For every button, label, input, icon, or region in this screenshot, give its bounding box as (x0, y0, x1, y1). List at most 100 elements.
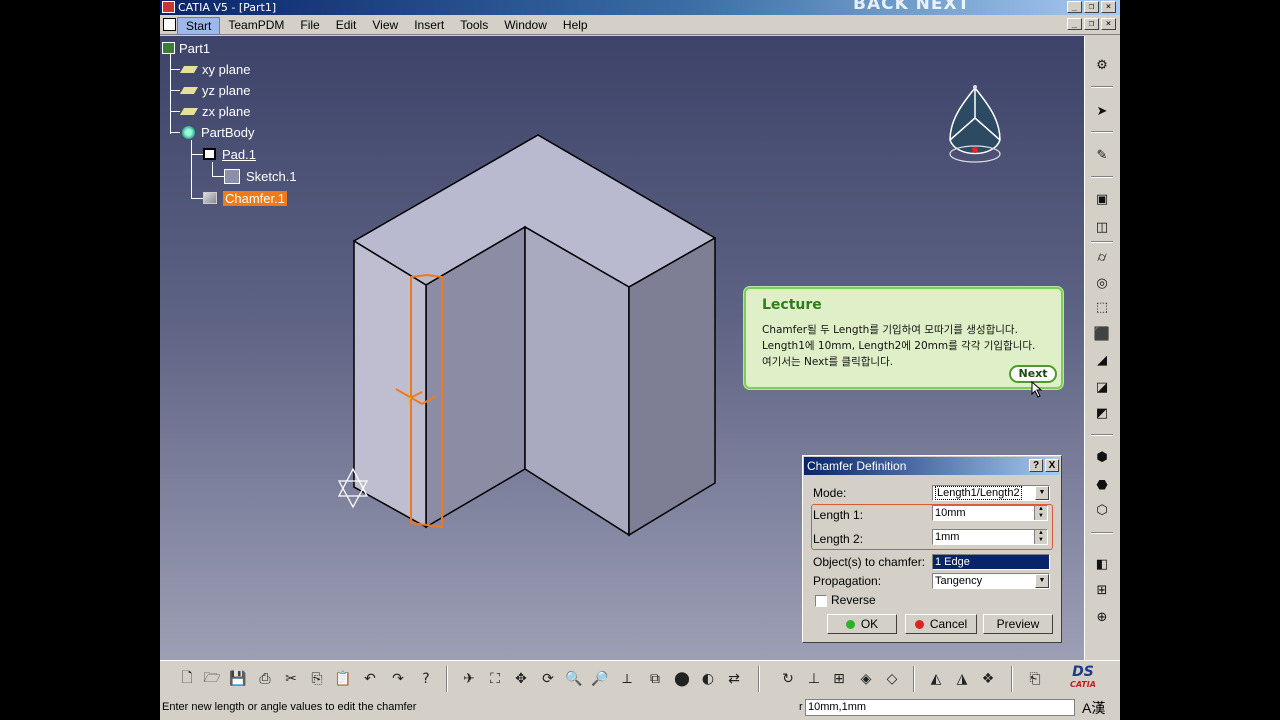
transform-tool-icon[interactable]: ⬢ (1091, 446, 1113, 468)
pan-icon[interactable]: ✥ (510, 668, 532, 690)
gear-icon[interactable]: ⚙ (1091, 54, 1113, 76)
ime-indicator[interactable]: A漢 (1082, 698, 1105, 718)
compass-icon[interactable] (942, 82, 1012, 172)
length2-label: Length 2: (813, 532, 864, 546)
objects-field[interactable]: 1 Edge (932, 554, 1050, 570)
length2-input[interactable]: 1mm ▲ ▼ (932, 529, 1048, 545)
doc-restore-button[interactable]: ❐ (1084, 18, 1099, 30)
menu-help[interactable]: Help (555, 17, 596, 35)
propagation-select[interactable]: Tangency ▼ (932, 573, 1050, 589)
front-right-face[interactable] (628, 236, 716, 537)
menu-insert[interactable]: Insert (406, 17, 452, 35)
assemble-tool-icon[interactable]: ⊞ (1091, 579, 1113, 601)
menu-edit[interactable]: Edit (328, 17, 365, 35)
length1-spinner-icon[interactable]: ▲ ▼ (1034, 506, 1047, 520)
dialog-help-button[interactable]: ? (1029, 459, 1043, 472)
doc-minimize-button[interactable]: _ (1067, 18, 1082, 30)
document-icon[interactable] (163, 18, 176, 31)
boolean-tool-icon[interactable]: ◧ (1091, 553, 1113, 575)
normal-view-icon[interactable]: ⟂ (616, 668, 638, 690)
doc-close-button[interactable]: × (1101, 18, 1116, 30)
measure-icon[interactable]: ⊞ (828, 668, 850, 690)
redo-icon[interactable]: ↷ (387, 668, 409, 690)
close-button[interactable]: × (1101, 1, 1116, 13)
cancel-icon (914, 620, 924, 629)
dialog-close-button[interactable]: X (1045, 459, 1059, 472)
3d-viewport[interactable]: 7 Part1 xy plane yz plane zx plane PartB… (160, 36, 1084, 660)
tree-node-xy-plane[interactable]: xy plane (179, 60, 250, 78)
catalog-icon[interactable]: ❖ (977, 668, 999, 690)
save-icon[interactable]: 💾 (227, 668, 249, 690)
toolbar-separator (913, 666, 915, 692)
whats-this-icon[interactable]: ? (415, 668, 437, 690)
swap-space-icon[interactable]: ⇄ (723, 668, 745, 690)
chamfer-definition-dialog: Chamfer Definition ? X Mode: Length1/Len… (802, 455, 1062, 643)
tree-node-chamfer[interactable]: Chamfer.1 (203, 189, 287, 207)
power-input-field[interactable]: 10mm,1mm (805, 699, 1075, 716)
restore-button[interactable]: ❐ (1084, 1, 1099, 13)
sketcher-icon[interactable]: ✎ (1091, 144, 1113, 166)
axis-icon[interactable]: ⊥ (803, 668, 825, 690)
chevron-down-icon[interactable]: ▼ (1035, 486, 1049, 500)
knowledge-icon[interactable]: ⎗ (1024, 668, 1046, 690)
reference-element-icon[interactable]: ⊕ (1091, 606, 1113, 628)
menu-window[interactable]: Window (496, 17, 555, 35)
menu-view[interactable]: View (364, 17, 406, 35)
propagation-value: Tangency (935, 575, 983, 587)
zoom-out-icon[interactable]: 🔎 (589, 668, 611, 690)
slot-tool-icon[interactable]: ⬛ (1091, 323, 1113, 345)
cut-icon[interactable]: ✂ (280, 668, 302, 690)
zoom-in-icon[interactable]: 🔍 (563, 668, 585, 690)
paste-icon[interactable]: 📋 (332, 668, 354, 690)
copy-icon[interactable]: ⎘ (306, 668, 328, 690)
menu-teampdm[interactable]: TeamPDM (220, 17, 292, 35)
fit-all-icon[interactable]: ⛶ (484, 668, 506, 690)
hole-tool-icon[interactable]: ◎ (1091, 272, 1113, 294)
render-icon[interactable]: ◭ (925, 668, 947, 690)
undo-icon[interactable]: ↶ (359, 668, 381, 690)
toolbar-separator (758, 666, 760, 692)
mode-select[interactable]: Length1/Length2 ▼ (932, 485, 1050, 501)
chevron-down-icon[interactable]: ▼ (1035, 574, 1049, 588)
ok-button[interactable]: OK (827, 614, 897, 634)
hide-show-icon[interactable]: ◐ (697, 668, 719, 690)
tree-node-yz-plane[interactable]: yz plane (179, 81, 250, 99)
menu-tools[interactable]: Tools (452, 17, 496, 35)
cancel-button[interactable]: Cancel (905, 614, 977, 634)
menu-start[interactable]: Start (177, 17, 221, 35)
minimize-button[interactable]: _ (1067, 1, 1082, 13)
length1-input[interactable]: 10mm ▲ ▼ (932, 505, 1048, 521)
tree-node-pad[interactable]: Pad.1 (203, 145, 256, 163)
tree-node-sketch[interactable]: Sketch.1 (224, 167, 297, 185)
thick-surface-icon[interactable]: ⬡ (1091, 499, 1113, 521)
tree-node-partbody[interactable]: PartBody (182, 123, 254, 141)
pocket-tool-icon[interactable]: ◫ (1091, 216, 1113, 238)
preview-button[interactable]: Preview (983, 614, 1053, 634)
rotate-icon[interactable]: ⟳ (537, 668, 559, 690)
apply-material-icon[interactable]: ◈ (855, 668, 877, 690)
fillet-tool-icon[interactable]: ◢ (1091, 349, 1113, 371)
fly-icon[interactable]: ✈ (458, 668, 480, 690)
reverse-checkbox[interactable] (815, 595, 827, 607)
tree-node-zx-plane[interactable]: zx plane (179, 102, 250, 120)
split-tool-icon[interactable]: ⬣ (1091, 474, 1113, 496)
length2-spinner-icon[interactable]: ▲ ▼ (1034, 530, 1047, 544)
chamfer-tool-icon[interactable]: ◪ (1091, 376, 1113, 398)
analysis-icon[interactable]: ◮ (951, 668, 973, 690)
chamfer-icon (203, 192, 217, 204)
select-arrow-icon[interactable]: ➤ (1091, 100, 1113, 122)
shaft-tool-icon[interactable]: ⌭ (1091, 246, 1113, 268)
cut-section-icon[interactable]: ◇ (881, 668, 903, 690)
new-icon[interactable]: 🗋 (176, 668, 198, 690)
rib-tool-icon[interactable]: ⬚ (1091, 296, 1113, 318)
menu-file[interactable]: File (292, 17, 327, 35)
pad-tool-icon[interactable]: ▣ (1091, 188, 1113, 210)
open-icon[interactable]: 🗁 (201, 668, 223, 690)
back-next-overlay[interactable]: BACK NEXT (853, 0, 970, 13)
print-icon[interactable]: ⎙ (254, 668, 276, 690)
view-mode-icon[interactable]: ⬤ (671, 668, 693, 690)
tree-node-part1[interactable]: Part1 (162, 39, 210, 57)
draft-tool-icon[interactable]: ◩ (1091, 402, 1113, 424)
update-icon[interactable]: ↻ (777, 668, 799, 690)
multi-view-icon[interactable]: ⧉ (644, 668, 666, 690)
